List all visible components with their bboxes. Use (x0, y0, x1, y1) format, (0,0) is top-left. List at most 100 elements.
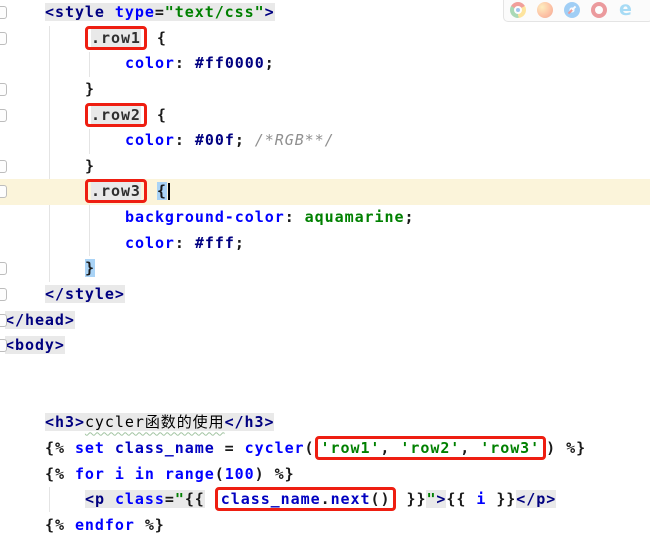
code-token: color (125, 54, 175, 73)
text-caret (167, 183, 170, 201)
code-token: endfor (74, 515, 135, 534)
code-token: }} (396, 490, 427, 509)
annotation-red-box: class_name.next() (214, 487, 397, 512)
annotation-red-box: 'row1', 'row2', 'row3' (314, 435, 547, 460)
code-line[interactable]: </style> (0, 282, 650, 308)
code-line[interactable]: <body> (0, 333, 650, 359)
code-token: .row2 (91, 105, 141, 124)
code-line[interactable]: {% set class_name = cycler('row1', 'row2… (0, 435, 650, 462)
code-token: 'row3' (480, 438, 541, 457)
code-token: <body> (5, 336, 65, 355)
annotation-red-box: .row2 (85, 102, 147, 127)
code-token: { (156, 182, 167, 201)
code-token: type (114, 3, 155, 21)
code-token: next (330, 490, 371, 509)
code-token: { (156, 28, 167, 47)
code-token: , (460, 438, 481, 457)
code-token: ( (214, 464, 225, 483)
code-line[interactable]: <h3>cycler函数的使用</h3> (0, 410, 650, 436)
code-token: for (74, 464, 105, 483)
code-token: </h3> (224, 413, 275, 432)
code-token: aquamarine (304, 208, 405, 227)
gutter-fold-icon[interactable] (0, 185, 7, 199)
gutter-fold-icon[interactable] (0, 31, 7, 45)
gutter-fold-icon[interactable] (0, 262, 7, 276)
code-area[interactable]: <style type="text/css"> .row1 {color: #ff… (0, 0, 650, 538)
code-token: color (125, 233, 175, 252)
code-line[interactable]: } (0, 77, 650, 103)
gutter-fold-icon[interactable] (0, 288, 7, 302)
code-token: = (154, 3, 165, 21)
code-token: { (156, 105, 167, 124)
code-token: " (174, 490, 185, 509)
code-token: i (114, 464, 125, 483)
code-token: #00f (194, 131, 235, 150)
code-token: " (426, 490, 437, 509)
code-line[interactable]: </head> (0, 308, 650, 334)
code-line[interactable]: color: #ff0000; (0, 51, 650, 77)
code-token: #fff (194, 233, 235, 252)
code-token: cycler函数的使用 (84, 413, 225, 432)
code-token: : (174, 233, 195, 252)
code-token: set (74, 438, 105, 457)
code-line[interactable]: } (0, 256, 650, 282)
code-token: ( (304, 438, 315, 457)
code-token: {% (45, 438, 75, 457)
code-token: : (174, 54, 195, 73)
code-line[interactable]: } (0, 154, 650, 180)
gutter-fold-icon[interactable] (0, 6, 7, 19)
gutter-fold-icon[interactable] (0, 82, 7, 96)
code-token: }} (486, 490, 517, 509)
code-token: class (114, 490, 165, 509)
code-line[interactable]: color: #fff; (0, 231, 650, 257)
code-token: background-color (125, 208, 285, 227)
gutter-fold-icon[interactable] (0, 108, 7, 122)
code-line[interactable] (0, 385, 650, 411)
code-token: <p (85, 490, 115, 509)
code-line[interactable]: {% endfor %} (0, 513, 650, 539)
code-token: 'row1' (320, 438, 381, 457)
code-token: .row1 (91, 28, 141, 47)
open-in-browser-toolbar (503, 0, 650, 22)
code-line[interactable]: .row2 { (0, 102, 650, 129)
code-line[interactable]: .row1 { (0, 25, 650, 52)
annotation-red-box: .row3 (85, 179, 147, 204)
code-token: : (284, 208, 305, 227)
safari-icon[interactable] (564, 2, 580, 18)
code-token: class_name (220, 490, 321, 509)
chrome-icon[interactable] (510, 2, 526, 18)
editor-window: <style type="text/css"> .row1 {color: #ff… (0, 0, 650, 539)
code-token: } (85, 259, 95, 278)
code-line-current[interactable]: .row3 { (0, 179, 650, 206)
code-line[interactable]: background-color: aquamarine; (0, 205, 650, 231)
code-token: 'row2' (400, 438, 461, 457)
code-line[interactable]: color: #00f; /*RGB**/ (0, 128, 650, 154)
code-token: > (264, 3, 275, 21)
ie-icon[interactable] (618, 0, 634, 20)
code-token: {% (45, 464, 75, 483)
code-token: %} (134, 515, 165, 534)
code-token: cycler (244, 438, 305, 457)
gutter-fold-icon[interactable] (0, 313, 7, 327)
gutter-fold-icon[interactable] (0, 159, 7, 173)
gutter-fold-icon[interactable] (0, 339, 7, 353)
code-line[interactable]: {% for i in range(100) %} (0, 462, 650, 488)
code-token: : (174, 131, 195, 150)
code-token: } (85, 156, 95, 175)
code-token: ; (234, 233, 245, 252)
code-line[interactable]: <p class="{{ class_name.next() }}">{{ i … (0, 487, 650, 513)
code-token: {% (45, 515, 75, 534)
opera-icon[interactable] (591, 2, 607, 18)
code-token: > (436, 490, 447, 509)
code-token: () (370, 490, 391, 509)
code-token: 100 (224, 464, 255, 483)
code-line[interactable] (0, 359, 650, 385)
code-token: color (125, 131, 175, 150)
firefox-icon[interactable] (537, 2, 553, 18)
code-token: i (476, 490, 487, 509)
